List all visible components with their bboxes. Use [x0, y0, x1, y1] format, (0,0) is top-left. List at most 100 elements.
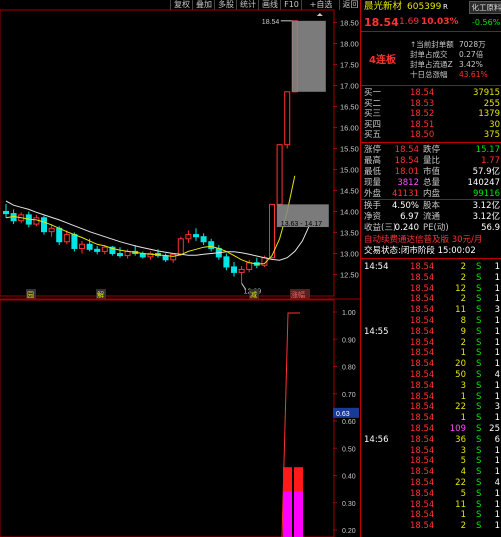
- divider: [361, 142, 501, 143]
- tick-volume: 11: [455, 305, 466, 316]
- tick-volume: 2: [460, 262, 466, 272]
- candle-body: [48, 227, 55, 233]
- tick-count: 1: [494, 337, 500, 348]
- trade-status-text: 交易状态:闭市阶段 15:00:02: [364, 246, 476, 256]
- candle-body: [33, 217, 40, 225]
- tick-volume: 3: [460, 445, 466, 456]
- trade-status: 交易状态:闭市阶段 15:00:02: [361, 246, 501, 256]
- quote-row: 最高 18.54 量比 1.77: [361, 156, 501, 166]
- quote-value: 56.9: [481, 223, 500, 233]
- candle-body: [117, 253, 123, 257]
- seal-info-label: 十日总涨幅: [410, 70, 448, 79]
- auto-renew[interactable]: 自动续费通达信普及版 30元/月: [361, 235, 501, 245]
- tick-time: 14:56: [364, 434, 389, 445]
- auto-renew-text[interactable]: 自动续费通达信普及版 30元/月: [364, 235, 482, 245]
- tick-row: 18.54 1 S 1: [361, 348, 501, 358]
- order-row[interactable]: 买一 18.54 37915: [361, 88, 501, 98]
- tick-count: 3: [494, 305, 500, 316]
- last-price: 18.54: [364, 16, 399, 29]
- tick-price: 18.54: [410, 283, 435, 294]
- tick-price: 18.54: [410, 294, 435, 305]
- candle-body: [276, 144, 283, 205]
- quote-value: 1.77: [481, 156, 500, 166]
- y-tick-label: 17.00: [340, 82, 359, 91]
- order-row[interactable]: 买五 18.50 375: [361, 130, 501, 140]
- quote-row: 换手 4.50% 股本 3.12亿: [361, 201, 501, 211]
- quote-row: 净资 6.97 流通 3.12亿: [361, 212, 501, 222]
- tick-price: 18.54: [410, 445, 435, 456]
- tick-volume: 36: [455, 434, 466, 445]
- seal-info-row: ↑当前封单额 7028万: [361, 40, 501, 49]
- seal-info-row: 封单占流通Z 3.42%: [361, 60, 501, 69]
- tick-side: S: [476, 445, 482, 456]
- order-label: 买四: [364, 119, 382, 130]
- event-marker-label: 涨幅: [291, 290, 305, 299]
- seal-info-value: 7028万: [459, 40, 486, 49]
- stock-code: 605399: [407, 2, 442, 12]
- tick-row: 18.54 2 S 1: [361, 521, 501, 531]
- tick-volume: 5: [460, 456, 466, 467]
- tick-volume: 109: [449, 424, 466, 434]
- quote-value: 15.17: [475, 145, 500, 155]
- order-row[interactable]: 买二 18.53 255: [361, 99, 501, 109]
- event-marker-label: 园: [27, 291, 34, 299]
- seal-info-value: 3.42%: [459, 60, 483, 69]
- scroll-up-icon[interactable]: [316, 13, 323, 16]
- lower-tick-label: 0.70: [342, 392, 356, 399]
- sector-change: -0.56%: [472, 18, 501, 27]
- candle-body: [193, 234, 199, 238]
- quote-row: 外盘 41131 内盘 99116: [361, 189, 501, 199]
- divider: [361, 85, 501, 86]
- y-tick-label: 14.50: [340, 187, 359, 196]
- tick-row: 18.54 3 S 1: [361, 446, 501, 456]
- tick-price: 18.54: [410, 337, 435, 348]
- quote-value: 18.01: [394, 167, 419, 177]
- tick-count: 4: [494, 370, 500, 380]
- indicator-bar-top: [283, 467, 292, 492]
- order-price: 18.51: [410, 119, 435, 130]
- tick-row: 18.54 11 S 3: [361, 305, 501, 315]
- candle-body: [246, 262, 253, 270]
- candle-body: [208, 241, 215, 249]
- y-tick-label: 17.50: [340, 61, 359, 70]
- tick-price: 18.54: [410, 402, 435, 413]
- quote-value: 4.50%: [391, 201, 419, 211]
- tick-price: 18.54: [410, 467, 435, 478]
- event-marker-label: 减: [250, 290, 257, 299]
- order-row[interactable]: 买三 18.52 1379: [361, 109, 501, 119]
- stock-name: 晨光新材: [364, 1, 403, 12]
- quote-value: 3812: [397, 178, 419, 188]
- divider: [361, 258, 501, 259]
- tick-side: S: [476, 499, 482, 510]
- tick-side: S: [476, 402, 482, 413]
- tick-count: 25: [489, 424, 500, 434]
- range-lower-label: 13.63 - 14.17: [281, 221, 322, 228]
- order-label: 买一: [364, 88, 382, 98]
- kline-chart[interactable]: 18.50 18.00 17.50 17.00 16.50 16.00 15.50 15.00…: [0, 0, 360, 537]
- candle-body: [86, 243, 93, 250]
- quote-row: 收益(三) 0.240 PE(动) 56.9: [361, 223, 501, 233]
- main-chart-frame: [0, 9, 335, 297]
- sector-button[interactable]: 化工原料: [469, 1, 501, 14]
- tick-count: 1: [494, 510, 500, 521]
- quote-label: 股本: [423, 201, 441, 211]
- tick-price: 18.54: [410, 478, 435, 488]
- order-volume: 1379: [478, 109, 500, 120]
- tick-price: 18.54: [410, 488, 435, 499]
- tick-count: 6: [494, 434, 500, 445]
- order-row[interactable]: 买四 18.51 30: [361, 120, 501, 130]
- tick-row: 18.54 5 S 1: [361, 456, 501, 466]
- tick-volume: 22: [455, 402, 466, 413]
- tick-price: 18.54: [410, 316, 435, 326]
- seal-info-label: 封单占流通Z: [410, 60, 453, 69]
- quote-value: 0.240: [394, 223, 419, 233]
- tick-volume: 3: [460, 380, 466, 391]
- candle-body: [177, 238, 184, 255]
- tick-volume: 20: [455, 359, 466, 370]
- quote-label: 内盘: [423, 189, 441, 199]
- seal-info-label: 封单占成交: [410, 50, 448, 59]
- quote-value: 6.97: [400, 212, 419, 222]
- lower-tick-label: 0.20: [342, 528, 356, 535]
- tick-side: S: [476, 316, 482, 326]
- order-volume: 30: [489, 119, 500, 130]
